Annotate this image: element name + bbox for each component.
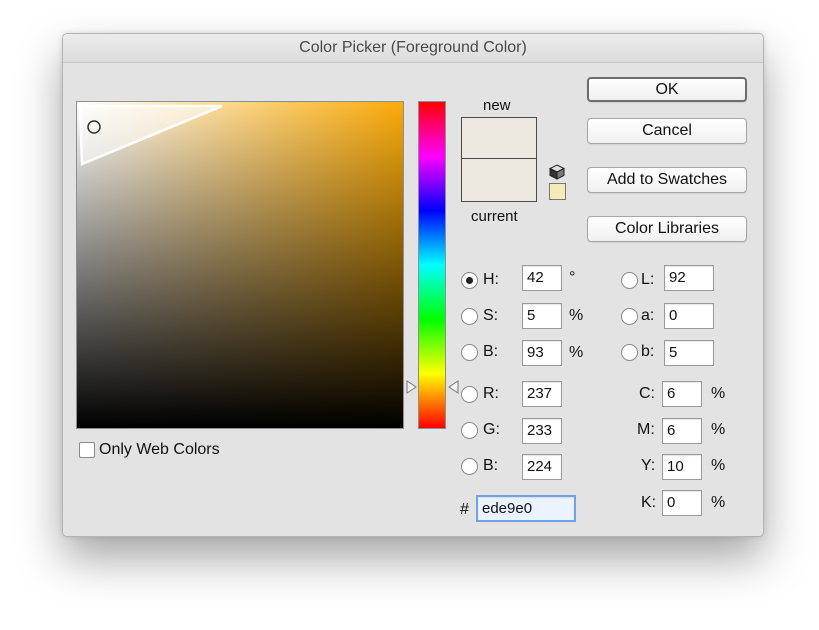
blue-radio[interactable] xyxy=(461,458,478,475)
new-color-label: new xyxy=(483,97,511,114)
red-field[interactable]: 237 xyxy=(522,381,562,407)
lab-a-field[interactable]: 0 xyxy=(664,303,714,329)
magenta-unit: % xyxy=(711,421,726,438)
only-web-colors-label: Only Web Colors xyxy=(99,441,220,458)
lab-a-radio[interactable] xyxy=(621,308,638,325)
magenta-label: M: xyxy=(637,421,655,438)
green-field[interactable]: 233 xyxy=(522,418,562,444)
lightness-field[interactable]: 92 xyxy=(664,265,714,291)
current-color-swatch[interactable] xyxy=(461,158,537,202)
black-label: K: xyxy=(641,494,657,511)
brightness-label: B: xyxy=(483,343,499,360)
color-field[interactable] xyxy=(76,101,404,429)
red-label: R: xyxy=(483,385,499,402)
brightness-unit: % xyxy=(569,344,584,361)
only-web-colors-checkbox[interactable] xyxy=(79,442,95,458)
lightness-label: L: xyxy=(641,271,655,288)
cyan-field[interactable]: 6 xyxy=(662,381,702,407)
cancel-button[interactable]: Cancel xyxy=(587,118,747,144)
magenta-field[interactable]: 6 xyxy=(662,418,702,444)
web-safe-color-swatch[interactable] xyxy=(549,183,566,200)
hex-label: # xyxy=(460,501,469,518)
black-unit: % xyxy=(711,494,726,511)
green-radio[interactable] xyxy=(461,422,478,439)
hue-slider[interactable] xyxy=(418,101,446,429)
red-radio[interactable] xyxy=(461,386,478,403)
window-title: Color Picker (Foreground Color) xyxy=(63,34,763,63)
hue-radio[interactable] xyxy=(461,272,478,289)
brightness-field[interactable]: 93 xyxy=(522,340,562,366)
lightness-radio[interactable] xyxy=(621,272,638,289)
lab-b-field[interactable]: 5 xyxy=(664,340,714,366)
lab-b-label: b: xyxy=(641,343,655,360)
saturation-field[interactable]: 5 xyxy=(522,303,562,329)
hue-field[interactable]: 42 xyxy=(522,265,562,291)
add-to-swatches-button[interactable]: Add to Swatches xyxy=(587,167,747,193)
saturation-unit: % xyxy=(569,307,584,324)
hue-unit: ° xyxy=(569,269,576,286)
saturation-label: S: xyxy=(483,307,499,324)
cyan-label: C: xyxy=(639,385,655,402)
brightness-radio[interactable] xyxy=(461,344,478,361)
blue-field[interactable]: 224 xyxy=(522,454,562,480)
color-picker-dialog: Color Picker (Foreground Color) Only Web… xyxy=(62,33,764,537)
hue-slider-right-arrow[interactable] xyxy=(447,380,459,394)
cube-icon[interactable] xyxy=(549,164,565,180)
saturation-radio[interactable] xyxy=(461,308,478,325)
lab-a-label: a: xyxy=(641,307,655,324)
lab-b-radio[interactable] xyxy=(621,344,638,361)
cyan-unit: % xyxy=(711,385,726,402)
hex-field[interactable]: ede9e0 xyxy=(476,495,576,522)
yellow-unit: % xyxy=(711,457,726,474)
blue-label: B: xyxy=(483,457,499,474)
out-of-gamut-overlay xyxy=(78,104,223,166)
yellow-field[interactable]: 10 xyxy=(662,454,702,480)
ok-button[interactable]: OK xyxy=(587,77,747,102)
current-color-label: current xyxy=(471,208,518,225)
color-libraries-button[interactable]: Color Libraries xyxy=(587,216,747,242)
new-color-swatch xyxy=(461,117,537,159)
black-field[interactable]: 0 xyxy=(662,490,702,516)
hue-label: H: xyxy=(483,271,499,288)
yellow-label: Y: xyxy=(641,457,656,474)
hue-slider-left-arrow[interactable] xyxy=(406,380,418,394)
green-label: G: xyxy=(483,421,500,438)
